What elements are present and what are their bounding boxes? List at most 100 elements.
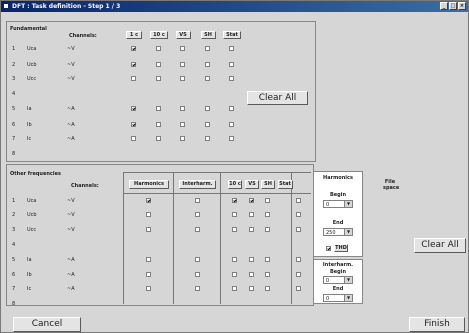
fundamental-checkbox[interactable] [131,122,136,127]
other-checkbox[interactable] [232,212,237,217]
fundamental-checkbox[interactable] [229,62,234,67]
interharm-checkbox[interactable] [195,227,200,232]
fundamental-checkbox[interactable] [131,76,136,81]
fundamental-checkbox[interactable] [205,62,210,67]
close-icon[interactable]: × [458,2,466,10]
other-checkbox[interactable] [232,198,237,203]
harmonics-checkbox[interactable] [146,286,151,291]
fundamental-checkbox[interactable] [131,62,136,67]
fundamental-checkbox[interactable] [180,136,185,141]
other-column-header[interactable]: SH [261,180,275,189]
other-row-number: 2 [12,212,16,218]
other-checkbox[interactable] [296,272,301,277]
fundamental-checkbox[interactable] [156,136,161,141]
fundamental-checkbox[interactable] [180,62,185,67]
fundamental-checkbox[interactable] [205,106,210,111]
fundamental-checkbox[interactable] [180,122,185,127]
harmonics-end-select[interactable]: 250 ▼ [323,228,353,236]
other-checkbox[interactable] [249,198,254,203]
fundamental-column-header[interactable]: 1 c [126,31,142,39]
harmonics-checkbox[interactable] [146,257,151,262]
fundamental-checkbox[interactable] [229,106,234,111]
fundamental-row-number: 6 [12,122,16,128]
cancel-button[interactable]: Cancel [13,317,81,332]
maximize-icon[interactable]: □ [449,2,457,10]
other-checkbox[interactable] [249,272,254,277]
fundamental-checkbox[interactable] [131,136,136,141]
minimize-icon[interactable]: _ [440,2,448,10]
interharm-checkbox[interactable] [195,286,200,291]
interharm-column-header[interactable]: Interharm. [179,180,216,189]
other-checkbox[interactable] [265,198,270,203]
fundamental-checkbox[interactable] [180,106,185,111]
other-checkbox[interactable] [232,227,237,232]
fundamental-checkbox[interactable] [205,136,210,141]
finish-button[interactable]: Finish [409,317,465,332]
harmonics-checkbox[interactable] [146,272,151,277]
other-checkbox[interactable] [265,257,270,262]
other-column-header[interactable]: 10 c [228,180,242,189]
other-checkbox[interactable] [296,286,301,291]
fundamental-checkbox[interactable] [156,62,161,67]
interharm-end-select[interactable]: 0 ▼ [323,294,353,302]
interharm-end-label: End [332,286,344,292]
fundamental-checkbox[interactable] [229,122,234,127]
other-row-unit: ~A [67,257,75,263]
other-checkbox[interactable] [249,257,254,262]
other-checkbox[interactable] [296,227,301,232]
harmonics-checkbox[interactable] [146,227,151,232]
fundamental-checkbox[interactable] [205,122,210,127]
fundamental-checkbox[interactable] [131,46,136,51]
interharm-checkbox[interactable] [195,212,200,217]
harmonics-column-header[interactable]: Harmonics [129,180,169,189]
other-checkbox[interactable] [296,212,301,217]
other-checkbox[interactable] [265,286,270,291]
fundamental-column-header[interactable]: 10 c [150,31,168,39]
other-checkbox[interactable] [249,227,254,232]
other-checkbox[interactable] [232,286,237,291]
fundamental-checkbox[interactable] [156,46,161,51]
fundamental-checkbox[interactable] [205,46,210,51]
fundamental-checkbox[interactable] [131,106,136,111]
fundamental-checkbox[interactable] [180,76,185,81]
fundamental-checkbox[interactable] [156,122,161,127]
fundamental-row-number: 8 [12,151,16,157]
thd-checkbox[interactable] [326,246,331,251]
other-clear-all-button[interactable]: Clear All [414,238,466,253]
fundamental-checkbox[interactable] [156,106,161,111]
fundamental-column-header[interactable]: Stat [223,31,241,39]
other-checkbox[interactable] [249,212,254,217]
other-checkbox[interactable] [232,257,237,262]
other-row-number: 6 [12,272,16,278]
other-checkbox[interactable] [265,272,270,277]
fundamental-checkbox[interactable] [205,76,210,81]
fundamental-checkbox[interactable] [156,76,161,81]
harmonics-begin-select[interactable]: 0 ▼ [323,200,353,208]
other-column-header[interactable]: Stat [277,180,293,189]
harmonics-checkbox[interactable] [146,212,151,217]
other-row-number: 7 [12,286,16,292]
other-checkbox[interactable] [232,272,237,277]
interharm-begin-select[interactable]: 0 ▼ [323,276,353,284]
fundamental-checkbox[interactable] [229,136,234,141]
thd-button[interactable]: THD [334,244,348,252]
fundamental-column-header[interactable]: VS [175,31,191,39]
other-checkbox[interactable] [265,227,270,232]
interharm-checkbox[interactable] [195,272,200,277]
interharm-checkbox[interactable] [195,198,200,203]
fundamental-checkbox[interactable] [229,46,234,51]
fundamental-row-unit: ~A [67,106,75,112]
other-checkbox[interactable] [296,257,301,262]
harmonics-checkbox[interactable] [146,198,151,203]
other-checkbox[interactable] [265,212,270,217]
fundamental-checkbox[interactable] [229,76,234,81]
interharm-checkbox[interactable] [195,257,200,262]
fundamental-row-unit: ~V [67,76,75,82]
other-checkbox[interactable] [296,198,301,203]
fundamental-column-header[interactable]: SH [200,31,216,39]
table-divider [123,172,124,304]
other-checkbox[interactable] [249,286,254,291]
fundamental-checkbox[interactable] [180,46,185,51]
fundamental-clear-all-button[interactable]: Clear All [247,91,308,105]
other-column-header[interactable]: VS [245,180,259,189]
